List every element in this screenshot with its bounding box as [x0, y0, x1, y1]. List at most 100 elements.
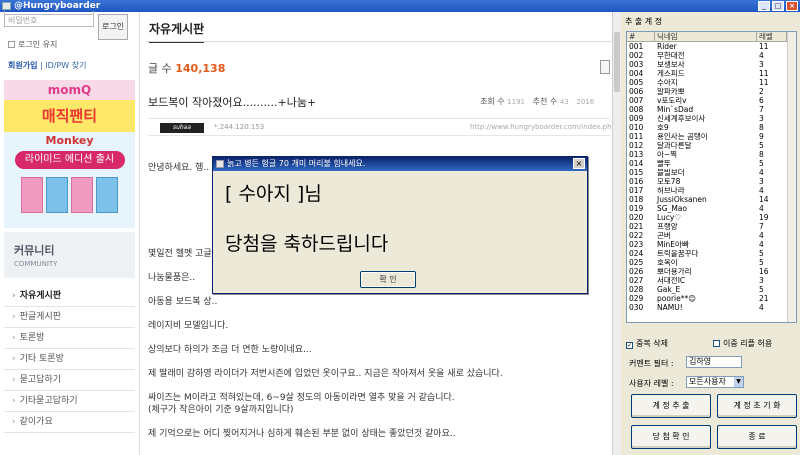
list-item[interactable]: 027 서대전IC 3 — [627, 276, 796, 285]
col-header-level[interactable]: 레벨 — [757, 32, 787, 41]
maximize-button[interactable]: □ — [772, 1, 784, 11]
list-item[interactable]: 023 MinE아빠 4 — [627, 240, 796, 249]
exit-button[interactable]: 종 료 — [717, 425, 797, 449]
row-nickname: Min`sDad — [657, 105, 694, 114]
row-number: 029 — [629, 294, 644, 303]
list-rows: 001 Rider 11 002 무한대전 4 003 보생보사 3 004 게스피드 11 005 수아… — [627, 42, 796, 312]
list-item[interactable]: 030 NAMU! 4 — [627, 303, 796, 312]
confirm-winner-button[interactable]: 당 첨 확 인 — [631, 425, 711, 449]
menu-item-free-board[interactable]: 자유게시판 — [4, 286, 135, 307]
post-count-value: 140,138 — [175, 62, 226, 75]
group-label: 추 출 계 정 — [625, 17, 663, 26]
list-item[interactable]: 026 뽀더용가리 16 — [627, 267, 796, 276]
list-item[interactable]: 011 용인사는 곰탱이 9 — [627, 132, 796, 141]
list-item[interactable]: 024 트릭을꿈꾸다 5 — [627, 249, 796, 258]
list-item[interactable]: 001 Rider 11 — [627, 42, 796, 51]
row-nickname: Gak_E — [657, 285, 681, 294]
menu-item-go-together[interactable]: 같이가요 — [4, 412, 135, 433]
extract-accounts-button[interactable]: 계 정 추 출 — [631, 394, 711, 418]
login-button[interactable]: 로그인 — [98, 14, 128, 40]
ad-banner[interactable]: momQ 매직팬티 Monkey 라이미드 에디션 출시 — [4, 80, 135, 228]
row-number: 017 — [629, 186, 644, 195]
checkbox-icon — [8, 41, 15, 48]
list-item[interactable]: 014 빨뚜 5 — [627, 159, 796, 168]
account-list[interactable]: # 닉네임 레벨 001 Rider 11 002 무한대전 4 003 보생보사 3 004 게스… — [626, 31, 797, 323]
keep-login-checkbox[interactable]: 로그인 유지 — [8, 39, 57, 50]
post-url[interactable]: http://www.hungryboarder.com/index.php?d… — [470, 123, 612, 131]
list-item[interactable]: 008 Min`sDad 7 — [627, 105, 796, 114]
menu-item-other-qna[interactable]: 기타묻고답하기 — [4, 391, 135, 412]
close-icon[interactable]: × — [573, 158, 585, 169]
scrollbar-thumb[interactable] — [614, 32, 620, 92]
list-item[interactable]: 028 Gak_E 5 — [627, 285, 796, 294]
password-input[interactable]: 비밀번호 — [4, 14, 94, 27]
row-level: 11 — [759, 78, 769, 87]
row-nickname: 호9 — [657, 123, 669, 132]
author-badge[interactable]: suhaa — [160, 123, 204, 133]
left-sidebar: 비밀번호 로그인 로그인 유지 회원가입 | ID/PW 찾기 momQ 매직팬… — [0, 11, 140, 455]
col-header-no[interactable]: # — [627, 32, 655, 41]
list-view-icon[interactable] — [600, 60, 610, 74]
list-item[interactable]: 018 JussiOksanen 14 — [627, 195, 796, 204]
row-level: 5 — [759, 258, 764, 267]
row-nickname: 빨뚜 — [657, 159, 671, 168]
list-item[interactable]: 004 게스피드 11 — [627, 69, 796, 78]
list-item[interactable]: 007 v포도리v 6 — [627, 96, 796, 105]
list-item[interactable]: 020 Lucy♡ 19 — [627, 213, 796, 222]
list-item[interactable]: 021 프랭앙 7 — [627, 222, 796, 231]
row-number: 020 — [629, 213, 644, 222]
row-level: 19 — [759, 213, 769, 222]
filter-input[interactable]: 김하영 — [686, 356, 742, 368]
dup-delete-checkbox[interactable]: ✓ 중복 삭제 — [626, 338, 668, 349]
likes-label: 추천 수 — [532, 97, 558, 106]
menu-item-discussion[interactable]: 토론방 — [4, 328, 135, 349]
list-item[interactable]: 025 호옥이 5 — [627, 258, 796, 267]
dup-allow-checkbox[interactable]: 이중 리플 허용 — [713, 338, 772, 349]
close-window-button[interactable]: × — [786, 1, 798, 11]
row-level: 4 — [759, 303, 764, 312]
list-item[interactable]: 006 알파카뽀 2 — [627, 87, 796, 96]
page-scrollbar[interactable] — [612, 12, 621, 455]
list-item[interactable]: 017 허브나라 4 — [627, 186, 796, 195]
row-nickname: Lucy♡ — [657, 213, 682, 222]
list-scrollbar[interactable] — [787, 32, 796, 322]
chevron-down-icon[interactable]: ▼ — [734, 377, 743, 387]
body-line: 안녕하세요. 헹.. — [148, 163, 210, 173]
views-label: 조회 수 — [480, 97, 505, 106]
list-item[interactable]: 003 보생보사 3 — [627, 60, 796, 69]
join-link[interactable]: 회원가입 — [8, 61, 37, 70]
menu-item-fun-board[interactable]: 펀글게시판 — [4, 307, 135, 328]
row-level: 4 — [759, 204, 764, 213]
extract-panel: 추 출 계 정 # 닉네임 레벨 001 Rider 11 002 무한대전 4 003 보생… — [621, 12, 800, 455]
list-item[interactable]: 005 수아지 11 — [627, 78, 796, 87]
level-select[interactable]: 모든사용자 ▼ — [686, 376, 744, 388]
list-item[interactable]: 013 아~찍 8 — [627, 150, 796, 159]
ok-button[interactable]: 확 인 — [360, 271, 416, 288]
list-item[interactable]: 010 호9 8 — [627, 123, 796, 132]
list-item[interactable]: 019 SG_Mao 4 — [627, 204, 796, 213]
author-row: suhaa *.244.120.153 http://www.hungryboa… — [148, 118, 612, 136]
menu-item-other-discussion[interactable]: 기타 토론방 — [4, 349, 135, 370]
list-item[interactable]: 009 신세계후보이사 3 — [627, 114, 796, 123]
list-item[interactable]: 012 달과다른달 5 — [627, 141, 796, 150]
row-level: 16 — [759, 267, 769, 276]
menu-item-qna[interactable]: 묻고답하기 — [4, 370, 135, 391]
community-subtitle: COMMUNITY — [14, 260, 58, 268]
reset-accounts-button[interactable]: 계 정 초 기 화 — [717, 394, 797, 418]
body-line: (체구가 작은아이 기준 9살까지입니다) — [148, 405, 294, 415]
list-item[interactable]: 022 곤버 4 — [627, 231, 796, 240]
row-nickname: poorie**😊 — [657, 294, 697, 303]
row-number: 004 — [629, 69, 644, 78]
winner-dialog: 늙고 병든 헝글 70 개미 머리불 힘내세요. × [ 수아지 ]님 당첨을 … — [212, 156, 588, 294]
id-input[interactable] — [4, 11, 94, 15]
list-item[interactable]: 015 블빌보더 4 — [627, 168, 796, 177]
row-level: 3 — [759, 276, 764, 285]
minimize-button[interactable]: _ — [758, 1, 770, 11]
find-account-link[interactable]: ID/PW 찾기 — [45, 61, 86, 70]
list-item[interactable]: 016 모토78 3 — [627, 177, 796, 186]
list-item[interactable]: 029 poorie**😊 21 — [627, 294, 796, 303]
list-item[interactable]: 002 무한대전 4 — [627, 51, 796, 60]
row-level: 7 — [759, 222, 764, 231]
post-title: 보드복이 작아졌어요..........+나눔+ — [148, 96, 317, 109]
col-header-nick[interactable]: 닉네임 — [655, 32, 757, 41]
